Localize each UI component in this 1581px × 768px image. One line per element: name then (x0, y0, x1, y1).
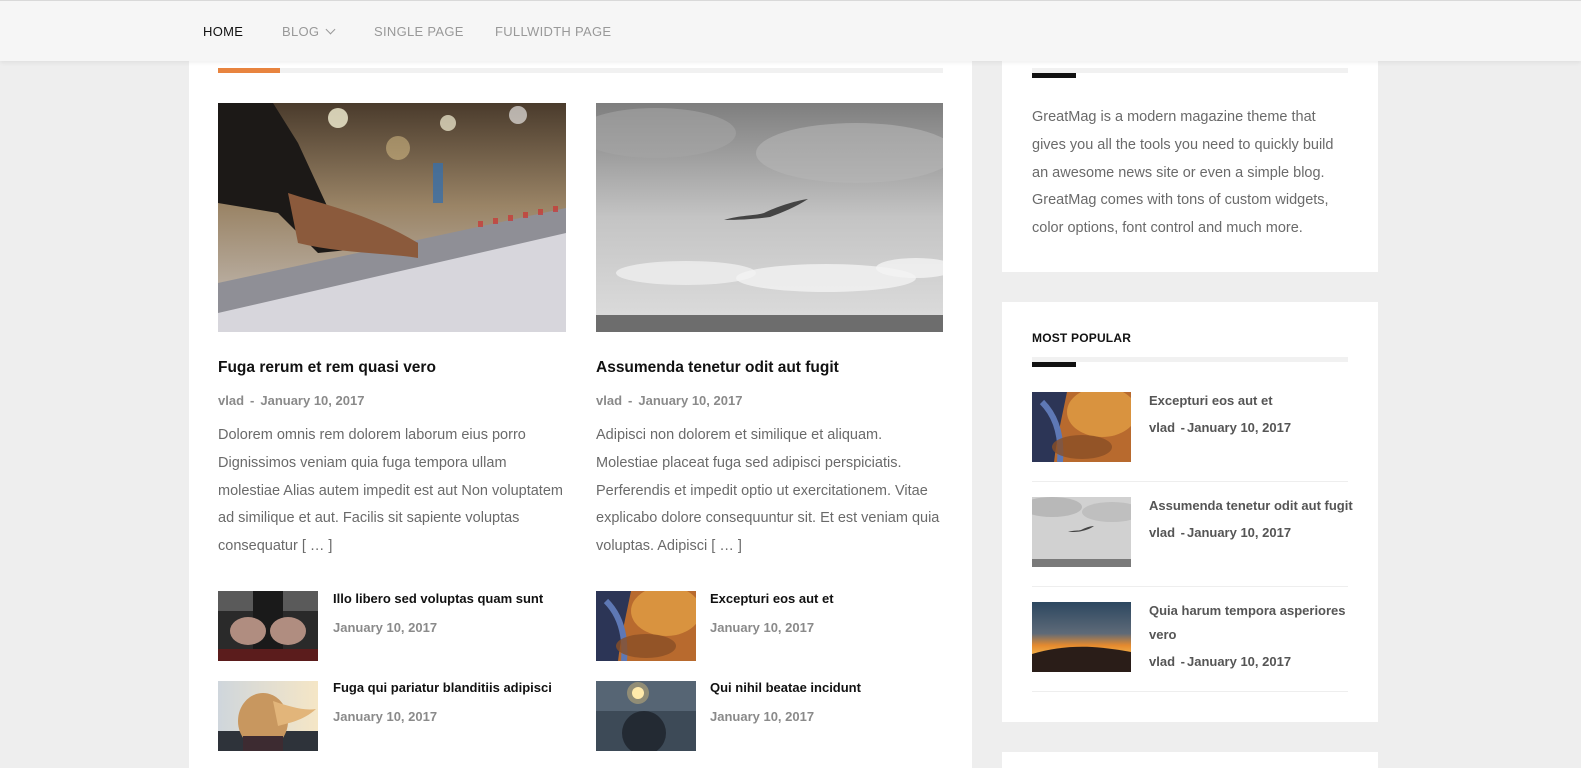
meta-separator: - (1180, 525, 1185, 540)
small-post-date[interactable]: January 10, 2017 (333, 620, 437, 635)
popular-post-meta: vlad - January 10, 2017 (1149, 525, 1291, 540)
popular-post-meta: vlad - January 10, 2017 (1149, 420, 1291, 435)
post-date[interactable]: January 10, 2017 (638, 393, 742, 408)
featured-post-title[interactable]: Fuga rerum et rem quasi vero (218, 359, 436, 377)
meta-separator: - (1180, 420, 1185, 435)
post-date[interactable]: January 10, 2017 (260, 393, 364, 408)
popular-thumbnail-sunset[interactable] (1032, 602, 1131, 672)
popular-thumbnail-seagull[interactable] (1032, 497, 1131, 567)
post-author[interactable]: vlad (1149, 525, 1175, 540)
featured-post-title[interactable]: Assumenda tenetur odit aut fugit (596, 359, 839, 377)
featured-post-excerpt: Dolorem omnis rem dolorem laborum eius p… (218, 427, 563, 555)
post-date[interactable]: January 10, 2017 (1187, 420, 1291, 435)
section-divider-accent (218, 68, 280, 73)
small-post-title[interactable]: Qui nihil beatae incidunt (710, 680, 930, 695)
list-separator (1032, 586, 1348, 587)
thumbnail-peacock-feather[interactable] (596, 591, 696, 661)
popular-post-title[interactable]: Excepturi eos aut et (1149, 389, 1354, 413)
widget-title: MOST POPULAR (1032, 331, 1132, 345)
next-widget (1002, 752, 1378, 768)
popular-post-meta: vlad - January 10, 2017 (1149, 654, 1291, 669)
post-author[interactable]: vlad (1149, 420, 1175, 435)
small-post-title[interactable]: Fuga qui pariatur blanditiis adipisci (333, 680, 553, 695)
nav-item-blog[interactable]: BLOG (282, 24, 336, 39)
thumbnail-woman-hair[interactable] (218, 681, 318, 751)
featured-image-seagull[interactable] (596, 103, 943, 332)
top-navigation: HOME BLOG SINGLE PAGE FULLWIDTH PAGE (0, 0, 1581, 61)
widget-divider (1032, 68, 1348, 73)
popular-post-title[interactable]: Quia harum tempora asperiores vero (1149, 599, 1354, 647)
chevron-down-icon (325, 24, 336, 35)
post-author[interactable]: vlad (1149, 654, 1175, 669)
meta-separator: - (628, 393, 633, 408)
thumbnail-sparkler[interactable] (596, 681, 696, 751)
list-separator (1032, 691, 1348, 692)
popular-thumbnail-peacock[interactable] (1032, 392, 1131, 462)
nav-item-blog-label: BLOG (282, 24, 320, 39)
featured-image-mixing-console[interactable] (218, 103, 566, 332)
small-post-date[interactable]: January 10, 2017 (710, 709, 814, 724)
featured-post-meta: vlad - January 10, 2017 (218, 393, 364, 408)
post-date[interactable]: January 10, 2017 (1187, 654, 1291, 669)
post-author[interactable]: vlad (218, 393, 244, 408)
nav-item-single-page[interactable]: SINGLE PAGE (374, 24, 464, 39)
about-text: GreatMag is a modern magazine theme that… (1032, 109, 1334, 237)
widget-divider-accent (1032, 73, 1076, 78)
post-author[interactable]: vlad (596, 393, 622, 408)
small-post-title[interactable]: Illo libero sed voluptas quam sunt (333, 591, 553, 606)
section-divider (218, 68, 943, 73)
small-post-title[interactable]: Excepturi eos aut et (710, 591, 930, 606)
list-separator (1032, 481, 1348, 482)
widget-divider-accent (1032, 362, 1076, 367)
nav-item-fullwidth-page[interactable]: FULLWIDTH PAGE (495, 24, 611, 39)
small-post-date[interactable]: January 10, 2017 (333, 709, 437, 724)
widget-divider (1032, 357, 1348, 362)
meta-separator: - (250, 393, 255, 408)
small-post-date[interactable]: January 10, 2017 (710, 620, 814, 635)
meta-separator: - (1180, 654, 1185, 669)
popular-post-title[interactable]: Assumenda tenetur odit aut fugit (1149, 494, 1354, 518)
nav-item-home[interactable]: HOME (203, 24, 243, 39)
post-date[interactable]: January 10, 2017 (1187, 525, 1291, 540)
featured-post-excerpt: Adipisci non dolorem et similique et ali… (596, 427, 940, 555)
thumbnail-tattooed-hands[interactable] (218, 591, 318, 661)
featured-post-meta: vlad - January 10, 2017 (596, 393, 742, 408)
